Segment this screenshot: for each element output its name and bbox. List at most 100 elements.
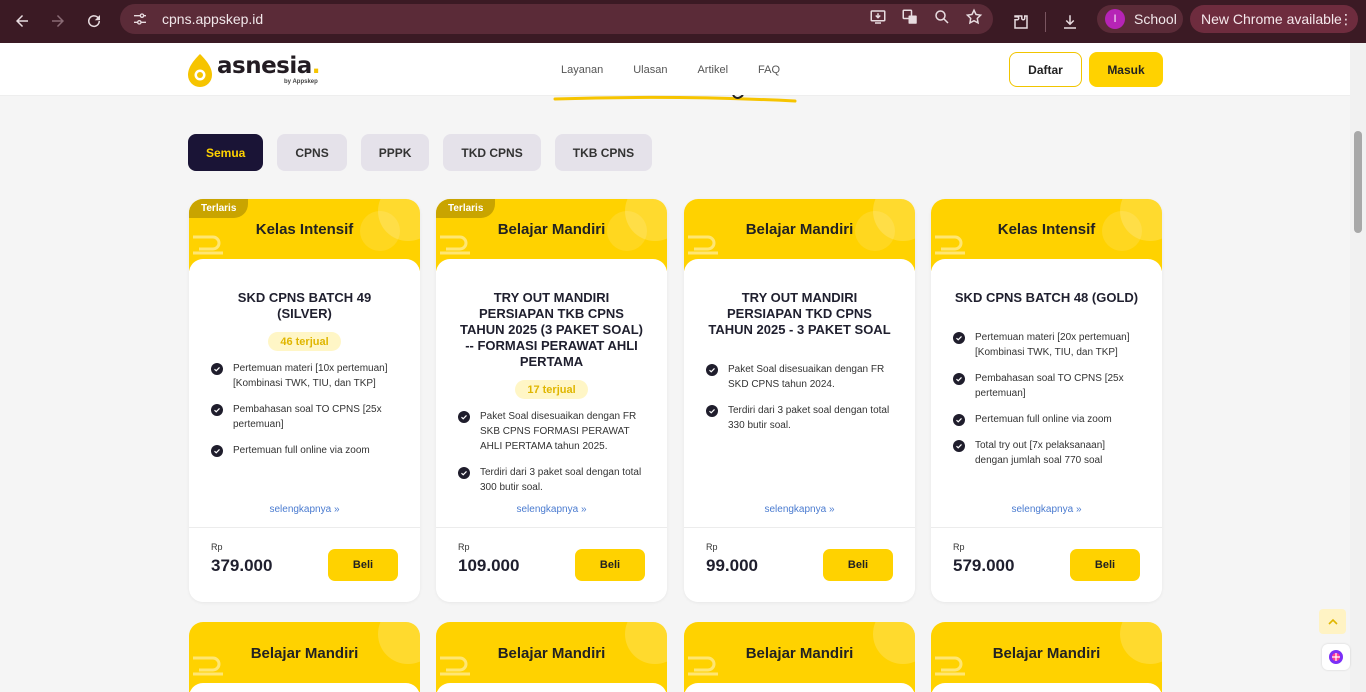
feature-text: Pembahasan soal TO CPNS [25x pertemuan]	[233, 404, 382, 430]
filter-tab-tkb-cpns[interactable]: TKB CPNS	[554, 134, 653, 171]
card-divider	[684, 527, 915, 528]
check-circle-icon	[211, 445, 223, 457]
product-card[interactable]: Belajar Mandiri	[931, 622, 1162, 692]
url-text[interactable]: cpns.appskep.id	[162, 11, 263, 27]
feature-text: Total try out [7x pelaksanaan] dengan ju…	[975, 440, 1106, 466]
currency-label: Rp	[953, 542, 965, 552]
feature-item: Pertemuan full online via zoom	[211, 443, 398, 458]
feature-text: Pertemuan full online via zoom	[975, 414, 1112, 425]
see-more-link[interactable]: selengkapnya »	[189, 504, 420, 515]
register-button[interactable]: Daftar	[1009, 52, 1082, 87]
feature-item: Pertemuan full online via zoom	[953, 412, 1140, 427]
address-bar[interactable]: cpns.appskep.id	[120, 4, 993, 34]
main-nav: Layanan Ulasan Artikel FAQ	[561, 43, 810, 96]
check-circle-icon	[953, 332, 965, 344]
product-card[interactable]: Kelas Intensif SKD CPNS BATCH 48 (GOLD) Pe…	[931, 199, 1162, 602]
product-name: TRY OUT MANDIRI PERSIAPAN TKB CPNS TAHUN…	[460, 290, 643, 369]
nav-layanan[interactable]: Layanan	[561, 64, 603, 76]
product-card[interactable]: Terlaris Belajar Mandiri TRY OUT MANDIRI P…	[436, 199, 667, 602]
currency-label: Rp	[211, 542, 223, 552]
nav-ulasan[interactable]: Ulasan	[633, 64, 667, 76]
bookmark-star-icon[interactable]	[965, 8, 983, 31]
translate-icon[interactable]	[901, 8, 919, 31]
browser-toolbar: cpns.appskep.id I School New Chrome avai…	[0, 0, 1366, 43]
check-circle-icon	[953, 440, 965, 452]
buy-button[interactable]: Beli	[1070, 549, 1140, 581]
feature-text: Paket Soal disesuaikan dengan FR SKD CPN…	[728, 364, 885, 390]
feature-item: Pembahasan soal TO CPNS [25x pertemuan]	[211, 402, 398, 432]
product-card[interactable]: Belajar Mandiri	[189, 622, 420, 692]
chat-widget-button[interactable]	[1322, 644, 1350, 670]
card-divider	[931, 527, 1162, 528]
feature-item: Pertemuan materi [10x pertemuan] [Kombin…	[211, 361, 398, 391]
feature-item: Total try out [7x pelaksanaan] dengan ju…	[953, 438, 1140, 468]
feature-list: Pertemuan materi [20x pertemuan] [Kombin…	[953, 330, 1140, 468]
feature-item: Pertemuan materi [20x pertemuan] [Kombin…	[953, 330, 1140, 360]
menu-kebab-icon[interactable]: ⋮	[1339, 11, 1353, 27]
zoom-icon[interactable]	[933, 8, 951, 31]
profile-button[interactable]: I School	[1097, 5, 1183, 33]
chrome-update-button[interactable]: New Chrome available ⋮	[1190, 5, 1358, 33]
filter-tab-tkd-cpns[interactable]: TKD CPNS	[443, 134, 541, 171]
site-header: asnesia. by Appskep Layanan Ulasan Artik…	[0, 43, 1350, 96]
logo-wordmark: asnesia.	[217, 53, 321, 79]
see-more-link[interactable]: selengkapnya »	[436, 504, 667, 515]
buy-button[interactable]: Beli	[575, 549, 645, 581]
check-circle-icon	[706, 405, 718, 417]
buy-button[interactable]: Beli	[328, 549, 398, 581]
back-to-top-button[interactable]	[1319, 609, 1346, 634]
downloads-icon[interactable]	[1054, 6, 1086, 38]
check-circle-icon	[706, 364, 718, 376]
reload-icon[interactable]	[76, 3, 112, 39]
update-label: New Chrome available	[1201, 11, 1342, 27]
card-body	[684, 683, 915, 692]
profile-name: School	[1134, 11, 1177, 27]
see-more-link[interactable]: selengkapnya »	[684, 504, 915, 515]
back-arrow-icon[interactable]	[4, 3, 40, 39]
filter-tab-semua[interactable]: Semua	[188, 134, 264, 171]
feature-text: Pertemuan full online via zoom	[233, 445, 370, 456]
forward-arrow-icon[interactable]	[40, 3, 76, 39]
product-card[interactable]: Terlaris Kelas Intensif SKD CPNS BATCH 49 …	[189, 199, 420, 602]
check-circle-icon	[211, 363, 223, 375]
filter-tab-cpns[interactable]: CPNS	[277, 134, 347, 171]
install-app-icon[interactable]	[869, 8, 887, 31]
bestseller-badge: Terlaris	[189, 199, 249, 218]
feature-item: Pembahasan soal TO CPNS [25x pertemuan]	[953, 371, 1140, 401]
flame-logo-icon	[188, 54, 212, 87]
login-button[interactable]: Masuk	[1089, 52, 1163, 87]
feature-text: Terdiri dari 3 paket soal dengan total 3…	[728, 405, 890, 431]
product-card[interactable]: Belajar Mandiri	[436, 622, 667, 692]
site-info-icon[interactable]	[132, 11, 148, 27]
card-divider	[436, 527, 667, 528]
feature-item: Terdiri dari 3 paket soal dengan total 3…	[458, 465, 645, 495]
check-circle-icon	[953, 414, 965, 426]
logo-subtitle: by Appskep	[284, 79, 318, 85]
see-more-link[interactable]: selengkapnya »	[931, 504, 1162, 515]
card-category: Belajar Mandiri	[745, 645, 854, 662]
filter-tab-pppk[interactable]: PPPK	[360, 134, 430, 171]
nav-artikel[interactable]: Artikel	[697, 64, 728, 76]
card-category: Belajar Mandiri	[992, 645, 1101, 662]
product-name: SKD CPNS BATCH 48 (GOLD)	[954, 290, 1139, 305]
page-scrollbar[interactable]	[1350, 43, 1366, 692]
check-circle-icon	[953, 373, 965, 385]
product-card[interactable]: Belajar Mandiri TRY OUT MANDIRI PERSIAPAN…	[684, 199, 915, 602]
currency-label: Rp	[458, 542, 470, 552]
feature-text: Paket Soal disesuaikan dengan FR SKB CPN…	[480, 411, 637, 452]
feature-item: Paket Soal disesuaikan dengan FR SKD CPN…	[706, 362, 893, 392]
check-circle-icon	[458, 411, 470, 423]
card-category: Kelas Intensif	[997, 221, 1096, 238]
product-name: SKD CPNS BATCH 49 (SILVER)	[237, 290, 372, 321]
feature-list: Pertemuan materi [10x pertemuan] [Kombin…	[211, 361, 398, 458]
product-card[interactable]: Belajar Mandiri	[684, 622, 915, 692]
scrollbar-thumb[interactable]	[1354, 131, 1362, 233]
buy-button[interactable]: Beli	[823, 549, 893, 581]
asnesia-logo[interactable]: asnesia. by Appskep	[187, 51, 327, 89]
card-body	[931, 683, 1162, 692]
nav-faq[interactable]: FAQ	[758, 64, 780, 76]
card-category: Belajar Mandiri	[250, 645, 359, 662]
extensions-icon[interactable]	[1005, 6, 1037, 38]
